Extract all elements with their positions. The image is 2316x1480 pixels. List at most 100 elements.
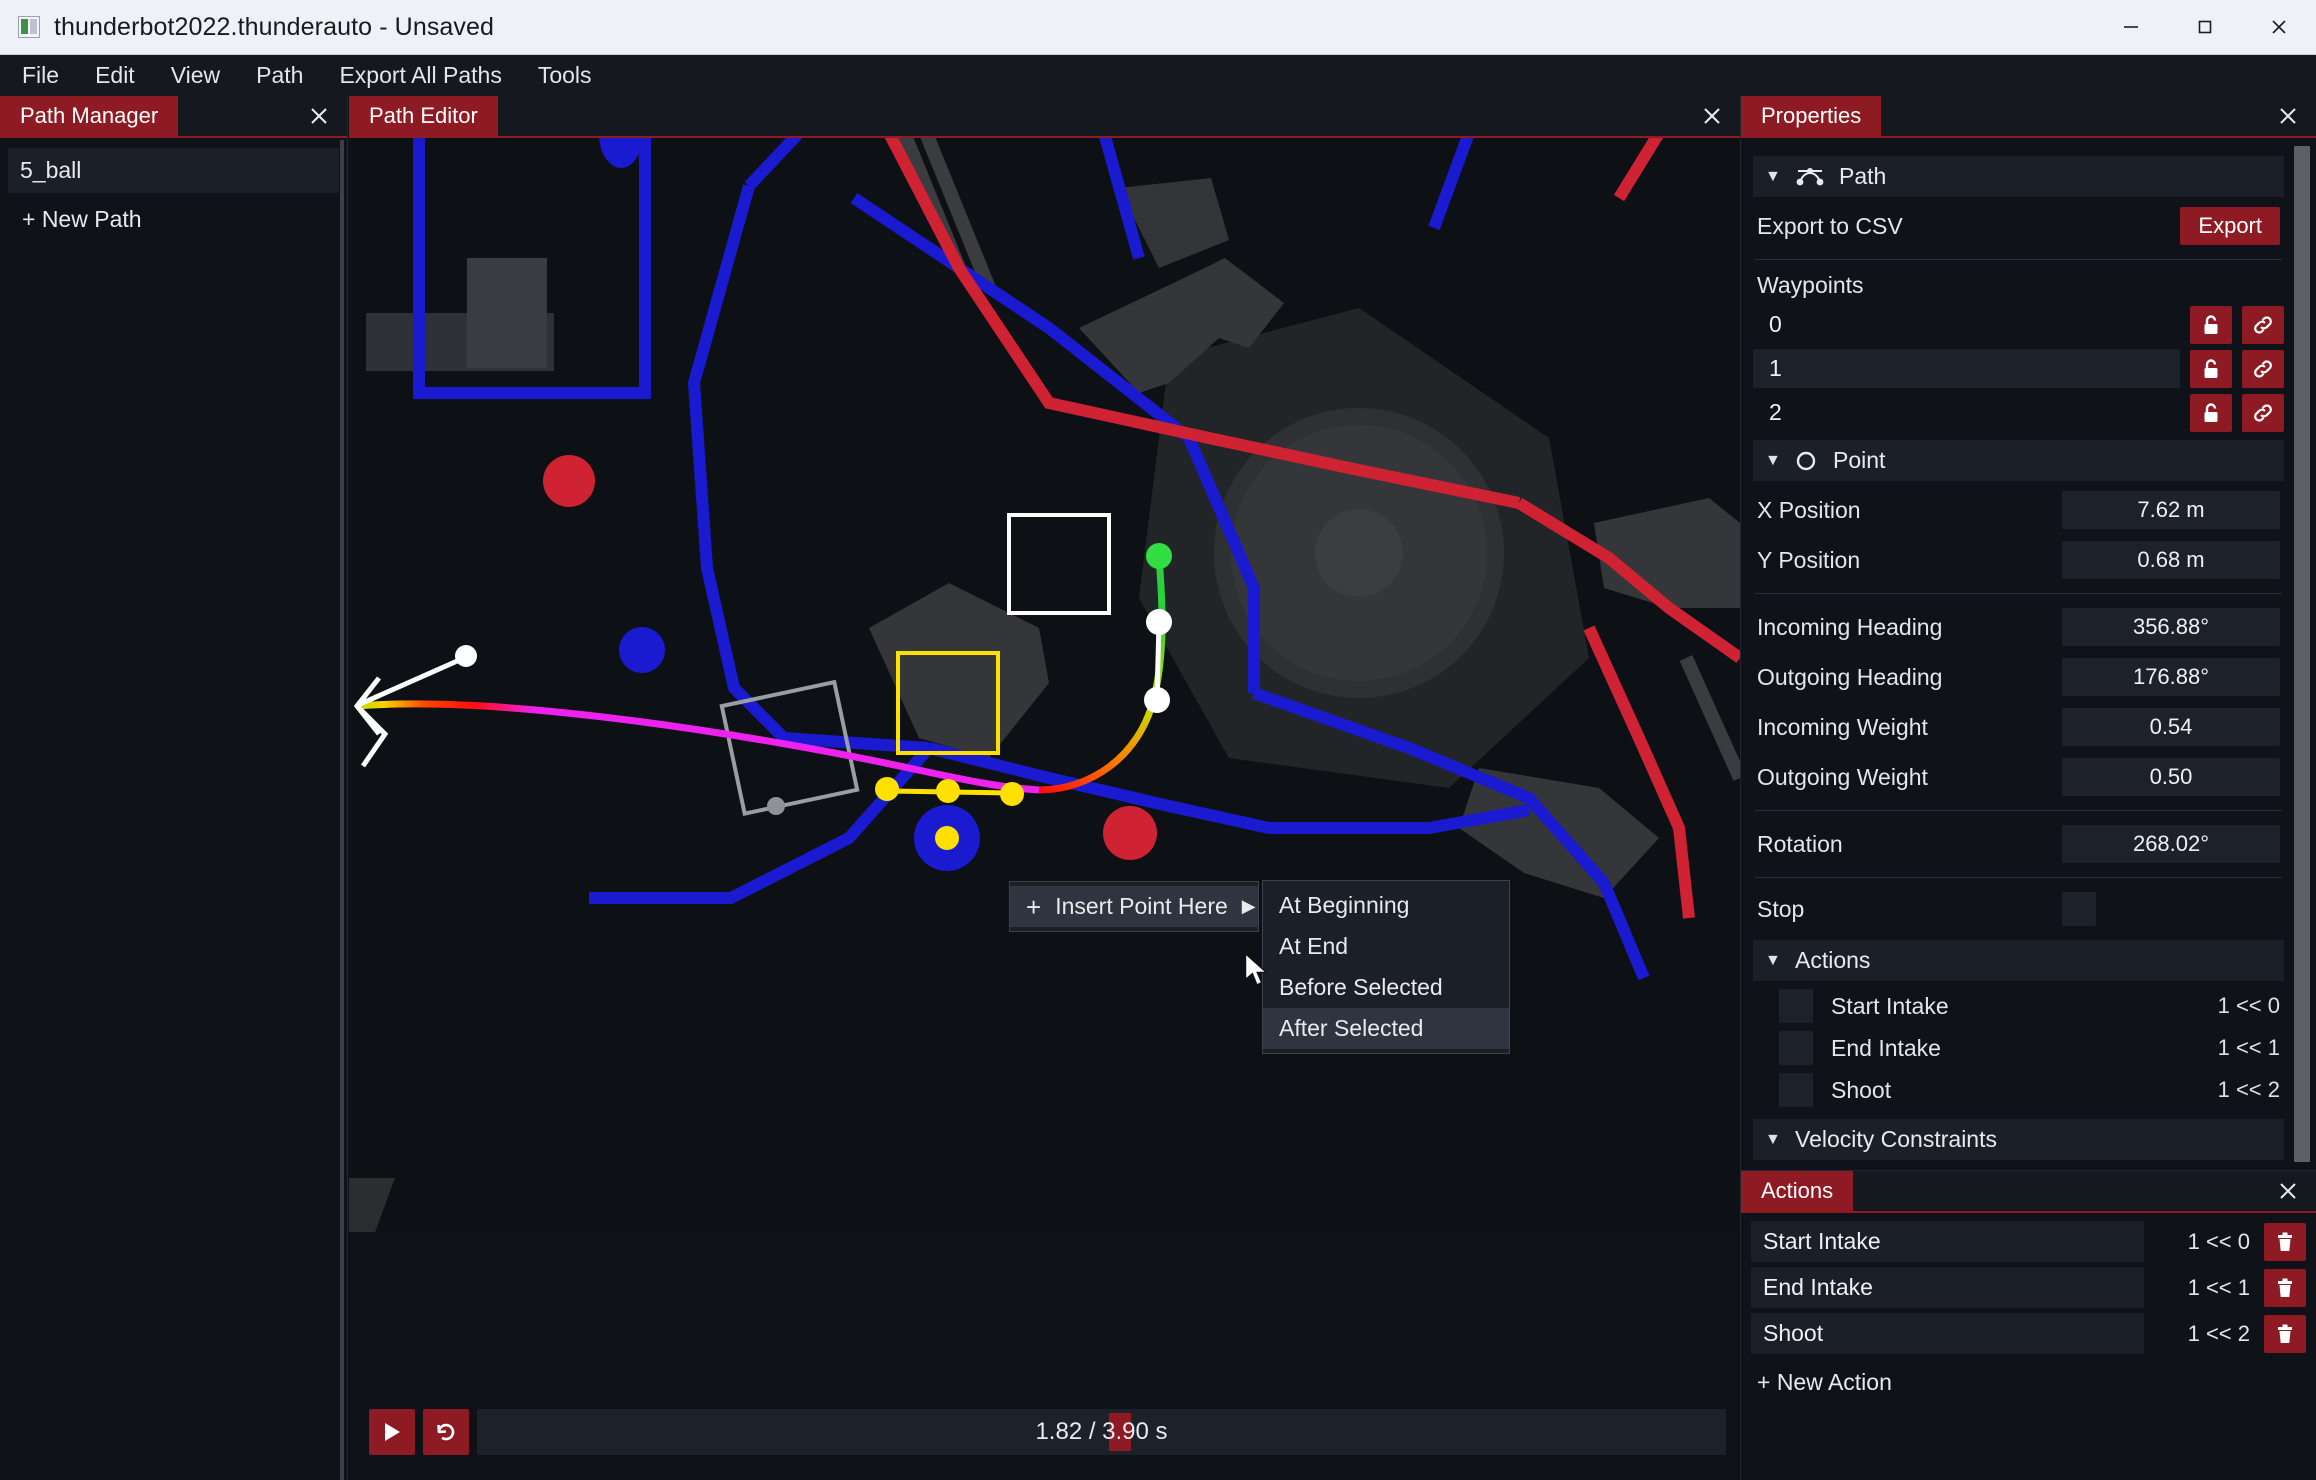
- properties-close-icon[interactable]: [2274, 102, 2302, 130]
- label-shoot: Shoot: [1831, 1076, 1892, 1103]
- triangle-down-icon: ▼: [1765, 451, 1781, 469]
- label-outgoing-weight: Outgoing Weight: [1757, 763, 1928, 790]
- loop-button[interactable]: [423, 1409, 469, 1455]
- triangle-down-icon: ▼: [1765, 951, 1781, 969]
- tab-path-editor[interactable]: Path Editor: [349, 96, 498, 136]
- divider: [1755, 593, 2282, 594]
- divider: [1755, 259, 2282, 260]
- field-rendering: [349, 138, 1740, 1288]
- submenu-item-at-beginning[interactable]: At Beginning: [1263, 885, 1509, 926]
- menu-path[interactable]: Path: [242, 56, 317, 95]
- window-controls: [2094, 0, 2316, 55]
- timeline-slider[interactable]: 1.82 / 3.90 s: [477, 1409, 1726, 1455]
- value-x-position[interactable]: 7.62 m: [2062, 491, 2280, 529]
- submenu-item-at-end[interactable]: At End: [1263, 926, 1509, 967]
- tab-actions[interactable]: Actions: [1741, 1171, 1854, 1211]
- checkbox-shoot[interactable]: [1779, 1073, 1813, 1107]
- waypoint-link-button-1[interactable]: [2242, 349, 2284, 388]
- waypoint-row-0: 0: [1753, 305, 2284, 344]
- submenu-item-after-selected[interactable]: After Selected: [1263, 1008, 1509, 1049]
- field-row-outgoing-weight: Outgoing Weight 0.50: [1753, 752, 2284, 802]
- section-header-velocity-constraints[interactable]: ▼ Velocity Constraints: [1753, 1119, 2284, 1160]
- tab-path-manager[interactable]: Path Manager: [0, 96, 179, 136]
- label-start-intake: Start Intake: [1831, 992, 1949, 1019]
- waypoints-label: Waypoints: [1757, 272, 1864, 298]
- actions-panel-body: Start Intake 1 << 0 End Intake 1 << 1 Sh…: [1741, 1213, 2316, 1406]
- play-button[interactable]: [369, 1409, 415, 1455]
- checkbox-start-intake[interactable]: [1779, 989, 1813, 1023]
- section-header-actions[interactable]: ▼ Actions: [1753, 940, 2284, 981]
- waypoint-lock-button-0[interactable]: [2190, 305, 2232, 344]
- label-rotation: Rotation: [1757, 830, 1843, 857]
- new-action-button[interactable]: + New Action: [1751, 1359, 2306, 1406]
- menu-file[interactable]: File: [8, 56, 73, 95]
- delete-action-button-start-intake[interactable]: [2264, 1222, 2306, 1261]
- menu-view[interactable]: View: [157, 56, 234, 95]
- field-canvas[interactable]: [349, 138, 1740, 1328]
- waypoint-name-1[interactable]: 1: [1753, 349, 2180, 388]
- path-icon: [1796, 167, 1824, 185]
- delete-action-button-end-intake[interactable]: [2264, 1268, 2306, 1307]
- menu-tools[interactable]: Tools: [524, 56, 606, 95]
- section-title-velocity-constraints: Velocity Constraints: [1795, 1126, 1997, 1152]
- actions-name-shoot[interactable]: Shoot: [1751, 1313, 2144, 1354]
- label-y-position: Y Position: [1757, 546, 1861, 573]
- minimize-button[interactable]: [2094, 0, 2168, 55]
- section-header-point[interactable]: ▼ Point: [1753, 440, 2284, 481]
- value-rotation[interactable]: 268.02°: [2062, 825, 2280, 863]
- actions-name-end-intake[interactable]: End Intake: [1751, 1267, 2144, 1308]
- bits-end-intake: 1 << 1: [2217, 1035, 2280, 1060]
- waypoint-1-out-handle: [1000, 782, 1024, 806]
- menu-edit[interactable]: Edit: [81, 56, 149, 95]
- waypoint-lock-button-1[interactable]: [2190, 349, 2232, 388]
- path-manager-close-icon[interactable]: [305, 102, 333, 130]
- cargo-red-2: [1103, 806, 1157, 860]
- waypoint-lock-button-2[interactable]: [2190, 393, 2232, 432]
- waypoint-link-button-0[interactable]: [2242, 305, 2284, 344]
- playback-bar: 1.82 / 3.90 s: [349, 1232, 1740, 1480]
- actions-close-icon[interactable]: [2274, 1177, 2302, 1205]
- context-menu-item-insert-point-here[interactable]: + Insert Point Here ▶: [1010, 886, 1258, 927]
- actions-tabbar: Actions: [1741, 1171, 2316, 1213]
- action-checkbox-row-shoot: Shoot 1 << 2: [1753, 1069, 2284, 1111]
- properties-body: ▼ Path Export to CSV Export Waypoints 0: [1741, 138, 2316, 1170]
- stop-checkbox[interactable]: [2062, 892, 2096, 926]
- plus-icon: +: [1026, 891, 1042, 922]
- actions-name-start-intake[interactable]: Start Intake: [1751, 1221, 2144, 1262]
- path-list-item-5-ball[interactable]: 5_ball: [8, 148, 339, 193]
- divider: [1755, 810, 2282, 811]
- field-row-rotation: Rotation 268.02°: [1753, 819, 2284, 869]
- section-header-path[interactable]: ▼ Path: [1753, 156, 2284, 197]
- value-outgoing-heading[interactable]: 176.88°: [2062, 658, 2280, 696]
- label-incoming-heading: Incoming Heading: [1757, 613, 1943, 640]
- title-bar: thunderbot2022.thunderauto - Unsaved: [0, 0, 2316, 55]
- value-outgoing-weight[interactable]: 0.50: [2062, 758, 2280, 796]
- close-button[interactable]: [2242, 0, 2316, 55]
- export-button[interactable]: Export: [2180, 207, 2280, 245]
- value-y-position[interactable]: 0.68 m: [2062, 541, 2280, 579]
- checkbox-end-intake[interactable]: [1779, 1031, 1813, 1065]
- cargo-blue-1: [619, 627, 665, 673]
- waypoint-name-0[interactable]: 0: [1753, 305, 2180, 344]
- bits-start-intake: 1 << 0: [2217, 993, 2280, 1018]
- value-incoming-weight[interactable]: 0.54: [2062, 708, 2280, 746]
- waypoint-name-2[interactable]: 2: [1753, 393, 2180, 432]
- maximize-button[interactable]: [2168, 0, 2242, 55]
- path-manager-scrollbar[interactable]: [338, 140, 346, 1480]
- divider: [1755, 877, 2282, 878]
- path-editor-close-icon[interactable]: [1698, 102, 1726, 130]
- new-path-button[interactable]: + New Path: [8, 197, 339, 242]
- menu-export-all-paths[interactable]: Export All Paths: [325, 56, 515, 95]
- tab-properties[interactable]: Properties: [1741, 96, 1882, 136]
- value-incoming-heading[interactable]: 356.88°: [2062, 608, 2280, 646]
- properties-scrollbar[interactable]: [2294, 146, 2310, 1162]
- waypoint-row-2: 2: [1753, 393, 2284, 432]
- application-window: thunderbot2022.thunderauto - Unsaved Fil…: [0, 0, 2316, 1480]
- waypoint-1-in-handle: [875, 777, 899, 801]
- delete-action-button-shoot[interactable]: [2264, 1314, 2306, 1353]
- label-incoming-weight: Incoming Weight: [1757, 713, 1928, 740]
- cargo-red-1: [543, 455, 595, 507]
- section-title-actions: Actions: [1795, 947, 1871, 973]
- waypoint-link-button-2[interactable]: [2242, 393, 2284, 432]
- submenu-item-before-selected[interactable]: Before Selected: [1263, 967, 1509, 1008]
